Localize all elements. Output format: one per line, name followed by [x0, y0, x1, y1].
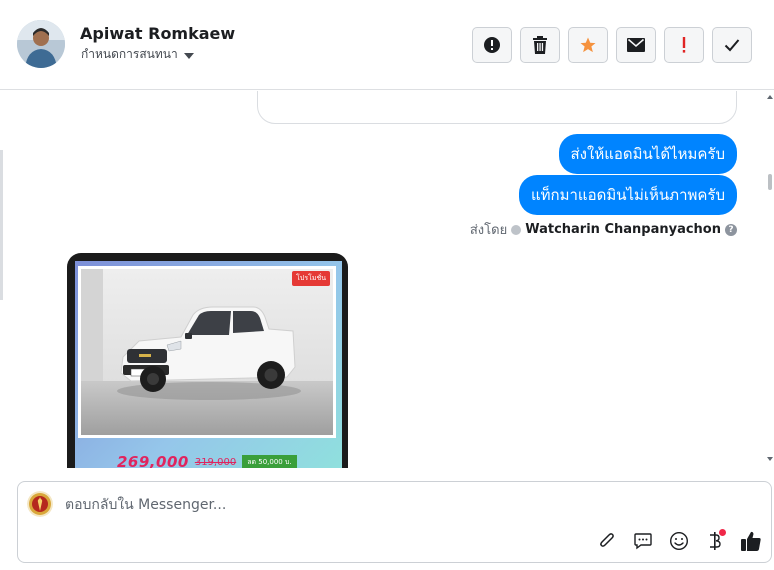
pickup-truck-photo	[81, 269, 333, 435]
saved-replies-button[interactable]	[631, 529, 655, 553]
previous-message-bubble	[257, 91, 737, 124]
thread-scrollbar[interactable]	[766, 91, 774, 468]
price-old: 319,000	[194, 456, 237, 468]
outgoing-message[interactable]: ส่งให้แอดมินได้ไหมครับ	[558, 134, 737, 174]
payment-button[interactable]	[703, 529, 727, 553]
promo-badge: โปรโมชั่น	[292, 271, 330, 286]
scroll-down-arrow-icon[interactable]	[767, 457, 773, 461]
notification-dot	[719, 529, 726, 536]
page-avatar	[27, 491, 53, 517]
contact-avatar[interactable]	[17, 20, 65, 68]
header-actions	[472, 27, 752, 63]
mark-as-spam-button[interactable]	[664, 27, 704, 63]
emoji-button[interactable]	[667, 529, 691, 553]
sender-name: Watcharin Chanpanyachon	[525, 222, 721, 237]
left-panel-edge	[0, 150, 3, 300]
scroll-thumb[interactable]	[768, 174, 772, 190]
contact-name[interactable]: Apiwat Romkaew	[80, 24, 235, 43]
caret-down-icon	[183, 52, 194, 59]
paperclip-icon	[600, 533, 614, 547]
price-banner: 269,000 319,000 ลด 50,000 บ.	[117, 453, 297, 468]
reply-composer	[17, 481, 772, 563]
assign-conversation-dropdown[interactable]: กำหนดการสนทนา	[81, 45, 194, 64]
price-now: 269,000	[117, 453, 189, 468]
exclamation-circle-icon	[484, 37, 500, 53]
sent-by-prefix: ส่งโดย	[469, 223, 508, 238]
trash-icon	[533, 36, 547, 54]
thumbs-up-icon	[741, 531, 761, 551]
conversation-header: Apiwat Romkaew กำหนดการสนทนา	[0, 0, 774, 90]
star-icon	[580, 37, 596, 53]
sent-by-info: ส่งโดย Watcharin Chanpanyachon ?	[470, 219, 737, 240]
star-button[interactable]	[568, 27, 608, 63]
emoji-icon	[669, 531, 689, 551]
photo-content: โปรโมชั่น 269,000 319,000 ลด 50,000 บ.	[75, 261, 342, 468]
question-circle-icon[interactable]: ?	[725, 223, 737, 236]
photo-frame: โปรโมชั่น	[78, 266, 336, 438]
envelope-icon	[627, 38, 645, 52]
scroll-up-arrow-icon[interactable]	[767, 95, 773, 99]
incoming-photo-attachment[interactable]: โปรโมชั่น 269,000 319,000 ลด 50,000 บ.	[67, 253, 348, 468]
delete-button[interactable]	[520, 27, 560, 63]
outgoing-message[interactable]: แท็กมาแอดมินไม่เห็นภาพครับ	[518, 175, 737, 215]
mark-as-done-button[interactable]	[712, 27, 752, 63]
mark-as-important-button[interactable]	[472, 27, 512, 63]
reply-input[interactable]	[65, 495, 585, 515]
discount-tag: ลด 50,000 บ.	[242, 454, 297, 468]
saved-reply-icon	[634, 533, 652, 550]
composer-tools	[595, 529, 763, 553]
checkmark-icon	[724, 39, 740, 52]
assign-conversation-label: กำหนดการสนทนา	[81, 47, 178, 61]
sender-avatar-icon	[511, 224, 522, 235]
spam-exclamation-icon	[682, 37, 686, 53]
mark-unread-button[interactable]	[616, 27, 656, 63]
message-thread[interactable]: ส่งให้แอดมินได้ไหมครับ แท็กมาแอดมินไม่เห…	[4, 91, 768, 468]
send-like-button[interactable]	[739, 529, 763, 553]
attach-file-button[interactable]	[595, 529, 619, 553]
